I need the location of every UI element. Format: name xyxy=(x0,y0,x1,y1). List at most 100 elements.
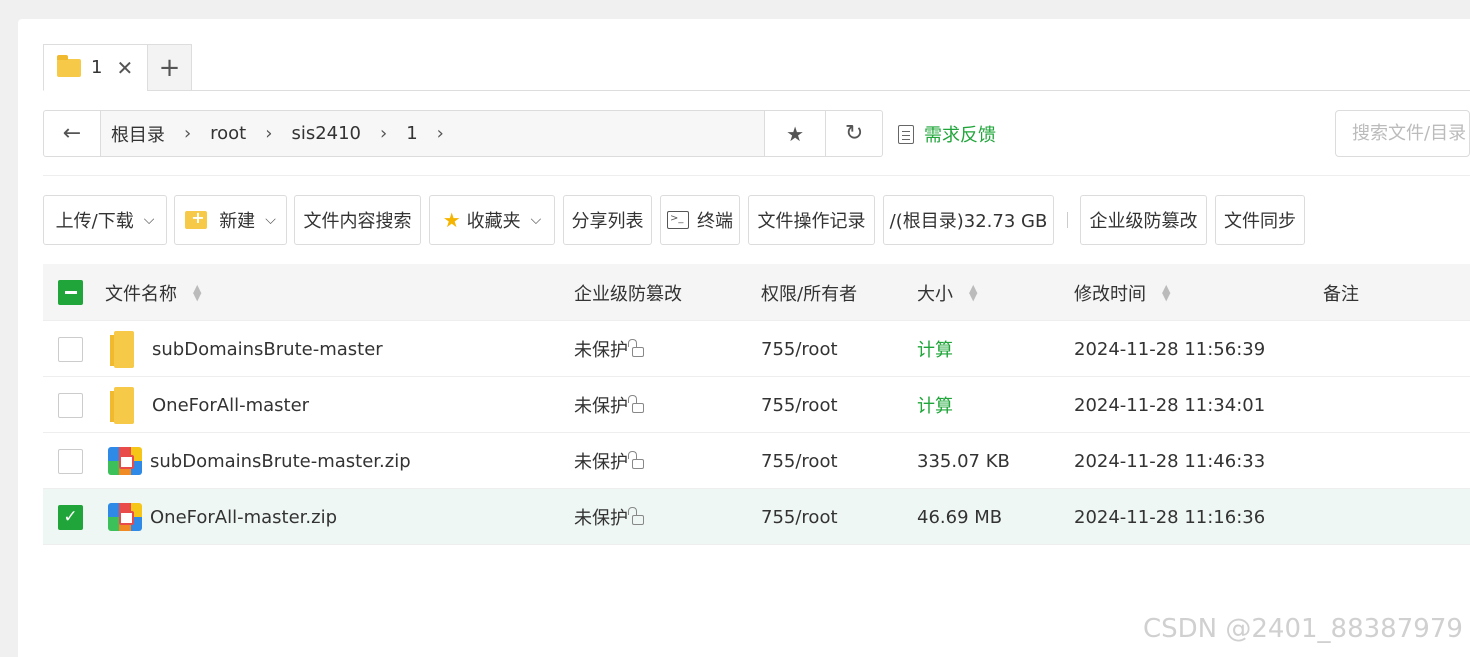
feedback-label: 需求反馈 xyxy=(924,125,996,146)
tab-label: 1 xyxy=(91,57,103,78)
tab-1[interactable]: 1 ✕ xyxy=(43,44,148,91)
toolbar-divider xyxy=(1067,212,1068,228)
row-checkbox[interactable] xyxy=(58,448,83,474)
unlock-icon xyxy=(628,395,644,413)
star-icon: ★ xyxy=(786,121,805,146)
breadcrumb-1[interactable]: 1 xyxy=(406,123,417,144)
size-cell: 46.69 MB xyxy=(917,489,1002,545)
header-protect: 企业级防篡改 xyxy=(574,264,682,321)
favorites-button[interactable]: ★ 收藏夹 ⌵ xyxy=(429,195,555,245)
size-value: 计算 xyxy=(917,340,953,361)
disk-usage-button[interactable]: /(根目录)32.73 GB xyxy=(883,195,1054,245)
tamper-protect-label: 企业级防篡改 xyxy=(1089,211,1198,232)
header-note: 备注 xyxy=(1323,264,1359,321)
permission-cell[interactable]: 755/root xyxy=(761,377,838,433)
unlock-icon xyxy=(628,451,644,469)
file-name[interactable]: OneForAll-master xyxy=(152,395,309,416)
favorites-label: 收藏夹 xyxy=(466,211,521,232)
row-checkbox-checked[interactable]: ✓ xyxy=(58,504,83,530)
header-size[interactable]: 大小 ▲ ▼ xyxy=(917,264,977,321)
row-checkbox[interactable] xyxy=(58,336,83,362)
unlock-icon xyxy=(628,507,644,525)
protect-status: 未保护 xyxy=(574,508,628,529)
breadcrumb-root-dir[interactable]: 根目录 xyxy=(111,121,165,147)
mtime-cell: 2024-11-28 11:34:01 xyxy=(1074,377,1265,433)
permission-value: 755/root xyxy=(761,506,838,528)
favorite-button[interactable]: ★ xyxy=(764,111,825,156)
operation-log-button[interactable]: 文件操作记录 xyxy=(748,195,875,245)
breadcrumb-sis2410[interactable]: sis2410 xyxy=(291,123,361,144)
upload-download-button[interactable]: 上传/下载 ⌵ xyxy=(43,195,167,245)
search-input[interactable] xyxy=(1335,110,1470,157)
file-name[interactable]: subDomainsBrute-master.zip xyxy=(150,451,411,472)
breadcrumb-root[interactable]: root xyxy=(210,123,246,144)
watermark: CSDN @2401_88387979 xyxy=(1143,614,1463,644)
mtime-value: 2024-11-28 11:56:39 xyxy=(1074,338,1266,360)
header-name-label: 文件名称 xyxy=(105,283,177,305)
new-button[interactable]: 新建 ⌵ xyxy=(174,195,287,245)
size-calc-link[interactable]: 计算 xyxy=(917,377,953,433)
zip-archive-icon xyxy=(108,447,142,475)
feedback-link[interactable]: 需求反馈 xyxy=(898,121,996,147)
add-tab-button[interactable]: + xyxy=(147,44,192,91)
share-list-label: 分享列表 xyxy=(571,211,644,232)
protect-cell[interactable]: 未保护 xyxy=(574,433,644,489)
content-search-button[interactable]: 文件内容搜索 xyxy=(294,195,421,245)
share-list-button[interactable]: 分享列表 xyxy=(563,195,652,245)
disk-usage-label: /(根目录)32.73 GB xyxy=(889,211,1048,232)
header-mtime[interactable]: 修改时间 ▲ ▼ xyxy=(1074,264,1170,321)
path-bar: ← 根目录 › root › sis2410 › 1 › ★ ↻ xyxy=(43,110,883,157)
header-mtime-label: 修改时间 xyxy=(1074,283,1146,305)
close-icon[interactable]: ✕ xyxy=(116,56,133,80)
select-all-cell xyxy=(58,264,83,321)
permission-cell[interactable]: 755/root xyxy=(761,321,838,377)
divider xyxy=(43,175,1470,176)
chevron-down-icon: ⌵ xyxy=(530,212,542,228)
permission-cell[interactable]: 755/root xyxy=(761,433,838,489)
header-protect-label: 企业级防篡改 xyxy=(574,283,682,305)
protect-cell[interactable]: 未保护 xyxy=(574,489,644,545)
sort-icon[interactable]: ▲ ▼ xyxy=(193,283,201,302)
row-checkbox[interactable] xyxy=(58,392,83,418)
zip-archive-icon xyxy=(108,503,142,531)
size-calc-link[interactable]: 计算 xyxy=(917,321,953,377)
terminal-button[interactable]: >_ 终端 xyxy=(660,195,740,245)
unlock-icon xyxy=(628,339,644,357)
header-name[interactable]: 文件名称 ▲ ▼ xyxy=(105,264,201,321)
file-name-cell[interactable]: subDomainsBrute-master.zip xyxy=(108,433,411,489)
file-name-cell[interactable]: subDomainsBrute-master xyxy=(110,321,383,377)
file-sync-button[interactable]: 文件同步 xyxy=(1215,195,1305,245)
back-button[interactable]: ← xyxy=(44,111,101,156)
size-value: 计算 xyxy=(917,396,953,417)
mtime-cell: 2024-11-28 11:56:39 xyxy=(1074,321,1265,377)
sort-icon[interactable]: ▲ ▼ xyxy=(1162,283,1170,302)
refresh-icon: ↻ xyxy=(844,121,864,146)
file-name-cell[interactable]: OneForAll-master xyxy=(110,377,309,433)
terminal-label: 终端 xyxy=(697,211,733,232)
sort-icon[interactable]: ▲ ▼ xyxy=(969,283,977,302)
refresh-button[interactable]: ↻ xyxy=(825,111,882,156)
file-name[interactable]: subDomainsBrute-master xyxy=(152,339,383,360)
file-name-cell[interactable]: OneForAll-master.zip xyxy=(108,489,337,545)
protect-status: 未保护 xyxy=(574,452,628,473)
chevron-right-icon[interactable]: › xyxy=(437,123,444,144)
permission-value: 755/root xyxy=(761,338,838,360)
terminal-icon: >_ xyxy=(667,211,689,229)
file-name[interactable]: OneForAll-master.zip xyxy=(150,507,337,528)
protect-cell[interactable]: 未保护 xyxy=(574,377,644,433)
tab-bar: 1 ✕ + xyxy=(43,44,1470,91)
select-all-checkbox[interactable] xyxy=(58,280,83,305)
chevron-right-icon: › xyxy=(183,123,192,144)
permission-cell[interactable]: 755/root xyxy=(761,489,838,545)
folder-icon xyxy=(110,330,136,368)
content-search-label: 文件内容搜索 xyxy=(303,211,412,232)
table-row[interactable]: OneForAll-master 未保护 755/root 计算 2024-11… xyxy=(43,377,1470,433)
tamper-protect-button[interactable]: 企业级防篡改 xyxy=(1080,195,1207,245)
protect-cell[interactable]: 未保护 xyxy=(574,321,644,377)
row-checkbox-cell xyxy=(58,377,83,433)
table-row[interactable]: subDomainsBrute-master.zip 未保护 755/root … xyxy=(43,433,1470,489)
table-row-selected[interactable]: ✓ OneForAll-master.zip 未保护 755/root 46.6… xyxy=(43,489,1470,545)
header-size-label: 大小 xyxy=(917,283,953,305)
size-cell: 335.07 KB xyxy=(917,433,1010,489)
table-row[interactable]: subDomainsBrute-master 未保护 755/root 计算 2… xyxy=(43,321,1470,377)
